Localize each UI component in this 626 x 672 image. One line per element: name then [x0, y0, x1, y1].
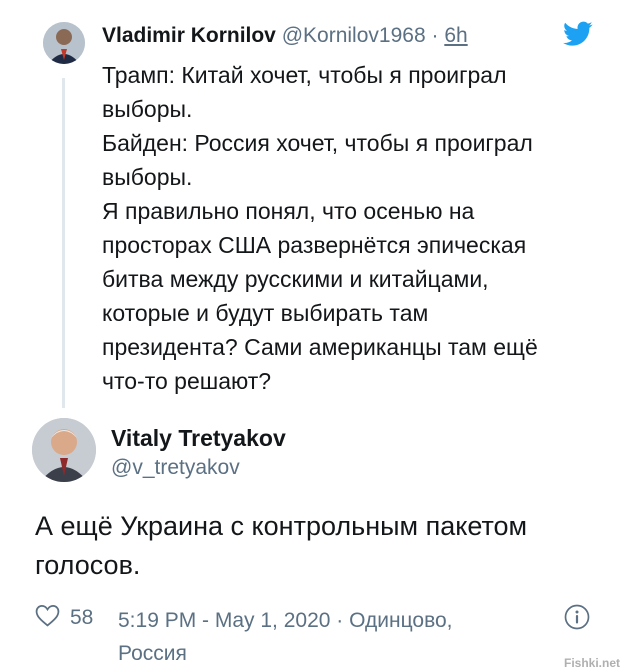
avatar-tretyakov[interactable]: [32, 418, 96, 482]
tweet-line: что-то решают?: [102, 368, 272, 394]
tweet-line: Я правильно понял, что осенью на: [102, 198, 475, 224]
reply-tweet-text: А ещё Украина с контрольным пакетом голо…: [35, 507, 605, 585]
tweet-line: выборы.: [102, 164, 193, 190]
quoted-tweet-text: Трамп: Китай хочет, чтобы я проиграл выб…: [102, 58, 602, 398]
reply-author-handle[interactable]: @v_tretyakov: [111, 456, 240, 480]
avatar-kornilov[interactable]: [43, 22, 85, 64]
info-icon[interactable]: [564, 604, 590, 630]
meta-separator: ·: [336, 609, 344, 632]
watermark: Fishki.net: [563, 656, 620, 670]
thread-line: [62, 78, 65, 408]
separator: ·: [431, 24, 439, 47]
reply-author-name[interactable]: Vitaly Tretyakov: [111, 425, 286, 452]
tweet-line: Трамп: Китай хочет, чтобы я проиграл: [102, 62, 507, 88]
tweet-location-line2[interactable]: Россия: [118, 637, 538, 670]
heart-icon: [35, 604, 60, 632]
tweet-line: Байден: Россия хочет, чтобы я проиграл: [102, 130, 533, 156]
tweet-meta: 5:19 PM - May 1, 2020 · Одинцово, Россия: [118, 604, 538, 670]
reply-line: А ещё Украина с контрольным пакетом: [35, 511, 528, 541]
tweet-line: просторах США развернётся эпическая: [102, 232, 527, 258]
author-handle[interactable]: @Kornilov1968: [282, 24, 426, 47]
quoted-header: Vladimir Kornilov @Kornilov1968 · 6h: [102, 24, 468, 48]
tweet-line: битва между русскими и китайцами,: [102, 266, 489, 292]
tweet-datetime[interactable]: 5:19 PM - May 1, 2020: [118, 609, 330, 632]
like-count: 58: [70, 606, 94, 629]
reply-line: голосов.: [35, 550, 141, 580]
tweet-line: выборы.: [102, 96, 193, 122]
tweet-location[interactable]: Одинцово,: [349, 609, 452, 632]
timestamp[interactable]: 6h: [444, 24, 467, 47]
author-name[interactable]: Vladimir Kornilov: [102, 24, 276, 47]
tweet-line: президента? Сами американцы там ещё: [102, 334, 538, 360]
twitter-logo-icon: [563, 21, 593, 47]
like-button[interactable]: 58: [35, 604, 93, 632]
tweet-line: которые и будут выбирать там: [102, 300, 429, 326]
